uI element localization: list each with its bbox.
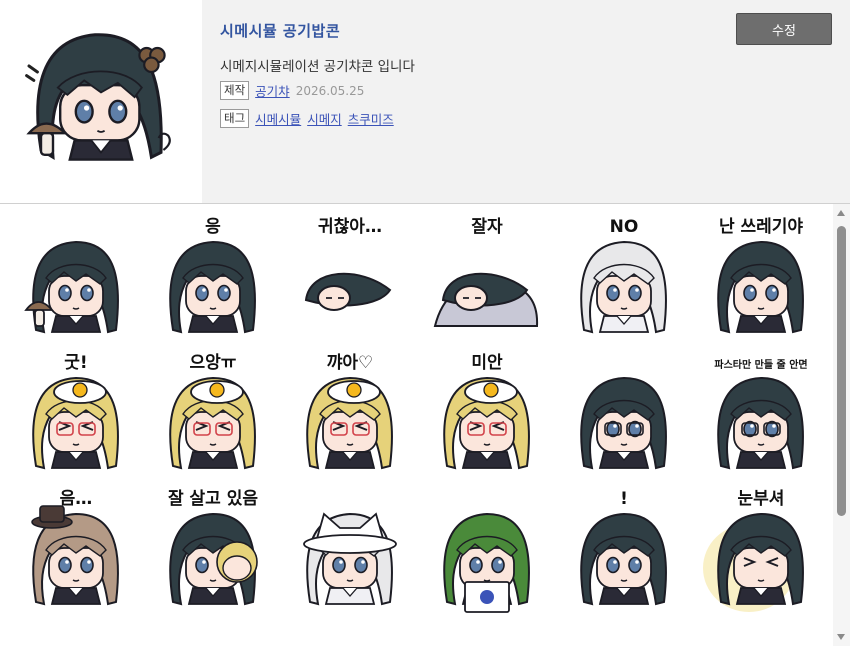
pack-header: 시메시뮬 공기밥콘 시메지시뮬레이션 공기챠콘 입니다 제작 공기챠 2026.… [0,0,850,204]
sticker-image: 응 [169,217,256,334]
sticker-caption: 으앙ㅠ [190,353,237,373]
scrollbar[interactable] [833,204,850,646]
tag-link-3[interactable]: 츠쿠미즈 [348,109,394,128]
sticker-item[interactable]: 꺄아♡ [282,350,419,486]
sticker-caption: 잘자 [471,216,503,237]
sticker-item[interactable]: 굿! [8,350,145,486]
sticker-caption: 눈부셔 [738,489,785,509]
sticker-caption: 응 [205,217,221,237]
sticker-caption: 잘 살고 있음 [168,488,258,509]
sticker-image: 굿! [32,353,119,470]
sticker-item[interactable]: 으앙ㅠ [145,350,282,486]
sticker-item[interactable]: 귀찮아… [282,214,419,350]
tag-link-2[interactable]: 시메지 [307,109,342,128]
sticker-caption: 파스타만 만들 줄 안면 [714,358,807,371]
sticker-image [580,376,667,470]
sticker-image: 잘자 [433,216,539,327]
sticker-image: 눈부셔 [703,489,804,612]
sticker-item[interactable] [556,350,693,486]
creator-row: 제작 공기챠 2026.05.25 [220,81,364,100]
sticker-image: NO [580,217,667,334]
sticker-item[interactable] [8,214,145,350]
sticker-item[interactable]: NO [556,214,693,350]
creator-tag: 제작 [220,81,250,100]
creator-link[interactable]: 공기챠 [255,81,290,100]
sticker-item[interactable]: 미안 [419,350,556,486]
sticker-item[interactable]: 응 [145,214,282,350]
sticker-image [443,512,530,613]
sticker-caption: NO [610,217,639,237]
sticker-caption: 귀찮아… [318,217,382,237]
sticker-caption: 굿! [64,353,87,373]
sticker-image [24,240,119,334]
sticker-image: 꺄아♡ [306,353,393,470]
sticker-image [303,512,397,606]
sticker-image: 파스타만 만들 줄 안면 [714,358,808,470]
sticker-caption: ! [620,489,628,509]
sticker-item[interactable]: 음… [8,486,145,622]
sticker-item[interactable]: 잘 살고 있음 [145,486,282,622]
scroll-up-arrow-icon[interactable] [837,210,845,216]
pack-description: 시메지시뮬레이션 공기챠콘 입니다 [220,59,415,75]
sticker-image: 음… [31,489,119,606]
tags-row: 태그 시메시뮬 시메지 츠쿠미즈 [220,109,394,128]
tags-tag: 태그 [220,109,250,128]
pack-title: 시메시뮬 공기밥콘 [220,22,341,40]
scroll-down-arrow-icon[interactable] [837,634,845,640]
sticker-item[interactable]: 눈부셔 [693,486,830,622]
sticker-image: ! [580,489,667,606]
sticker-item[interactable] [282,486,419,622]
sticker-caption: 꺄아♡ [327,353,374,373]
sticker-item[interactable]: 난 쓰레기야 [693,214,830,350]
sticker-image: 으앙ㅠ [169,353,256,470]
sticker-image: 난 쓰레기야 [717,217,804,334]
tag-link-1[interactable]: 시메시뮬 [255,109,301,128]
sticker-caption: 난 쓰레기야 [719,217,803,237]
pack-thumbnail-image [25,33,171,161]
sticker-caption: 음… [60,489,93,509]
sticker-item[interactable]: 잘자 [419,214,556,350]
sticker-item[interactable]: 파스타만 만들 줄 안면 [693,350,830,486]
pack-thumbnail [0,0,202,203]
sticker-item[interactable] [419,486,556,622]
sticker-grid: 응 귀찮아… 잘자 NO 난 쓰레기야굿! 으앙ㅠ 꺄아♡ 미안 파스타만 만들 줄 안면음… 잘… [8,214,832,646]
sticker-caption: 미안 [471,353,503,373]
sticker-image: 잘 살고 있음 [168,488,258,606]
sticker-image: 귀찮아… [304,217,392,311]
release-date: 2026.05.25 [295,83,365,98]
scrollbar-thumb[interactable] [837,226,846,516]
sticker-image: 미안 [443,353,530,470]
edit-button[interactable]: 수정 [736,13,832,45]
sticker-item[interactable]: ! [556,486,693,622]
